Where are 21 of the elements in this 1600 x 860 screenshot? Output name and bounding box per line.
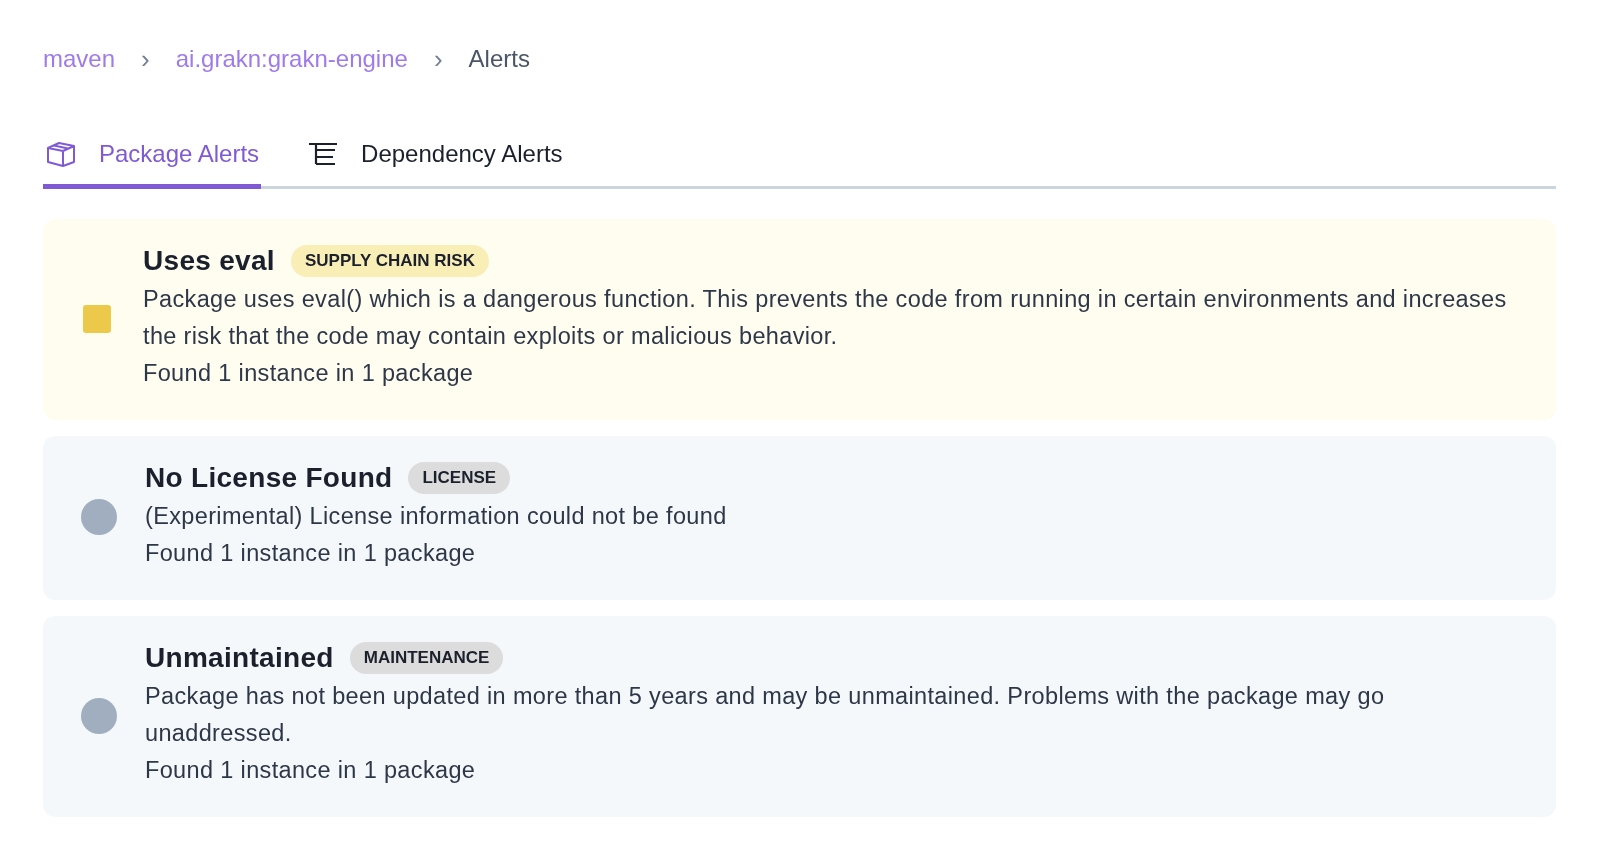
breadcrumb-current: Alerts	[468, 45, 530, 73]
breadcrumb-link[interactable]: maven	[43, 45, 116, 73]
occurrence-count: Found 1 instance in 1 package	[145, 539, 477, 568]
occurrence-count: Found 1 instance in 1 package	[145, 756, 477, 785]
category-tag: LICENSE	[408, 462, 511, 494]
alert-title: Uses eval	[143, 245, 275, 277]
alert-description: Package has not been updated in more than 5 years and may be unmaintained. Problems with the package may go unaddressed.	[145, 682, 1386, 748]
chevron-icon: ›	[433, 43, 443, 75]
occurrence-count: Found 1 instance in 1 package	[143, 359, 475, 388]
category-tag: SUPPLY CHAIN RISK	[290, 245, 489, 277]
tree-list-icon	[307, 141, 340, 167]
tab[interactable]: Package Alerts	[43, 140, 262, 189]
alert-title: No License Found	[145, 462, 393, 494]
alert-description: (Experimental) License information could not be found	[145, 502, 727, 531]
chevron-icon: ›	[141, 43, 150, 75]
alert-description: Package uses eval() which is a dangerous function. This prevents the code from running in certain environments and increases the risk that the code may contain exploits or malicious behavior.	[143, 285, 1508, 351]
package-icon	[45, 140, 77, 168]
alert-title: Unmaintained	[145, 642, 334, 674]
tab[interactable]: Dependency Alerts	[305, 140, 565, 189]
breadcrumb-link[interactable]: ai.grakn:grakn-engine	[175, 45, 408, 73]
category-tag: MAINTENANCE	[349, 642, 504, 674]
